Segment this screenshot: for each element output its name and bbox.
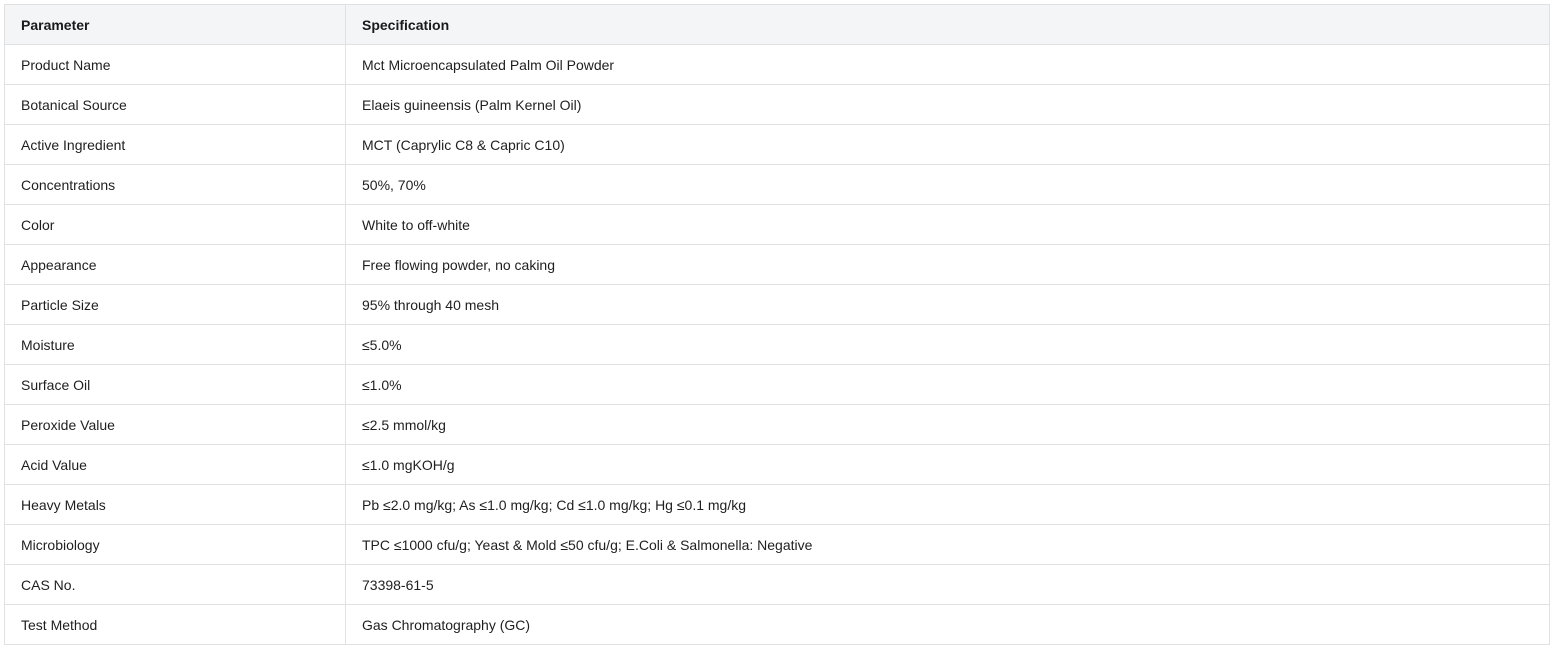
table-row: Moisture ≤5.0% xyxy=(4,324,1550,365)
table-header: Parameter Specification xyxy=(4,4,1550,45)
spec-table: Parameter Specification Product Name Mct… xyxy=(4,4,1550,645)
parameter-cell: Surface Oil xyxy=(4,364,346,405)
table-row: Product Name Mct Microencapsulated Palm … xyxy=(4,44,1550,85)
header-row: Parameter Specification xyxy=(4,4,1550,45)
table-body: Product Name Mct Microencapsulated Palm … xyxy=(4,44,1550,645)
table-row: Botanical Source Elaeis guineensis (Palm… xyxy=(4,84,1550,125)
specification-cell: ≤5.0% xyxy=(345,324,1550,365)
table-row: Color White to off-white xyxy=(4,204,1550,245)
specification-cell: ≤1.0% xyxy=(345,364,1550,405)
parameter-cell: Product Name xyxy=(4,44,346,85)
specification-cell: Elaeis guineensis (Palm Kernel Oil) xyxy=(345,84,1550,125)
specification-cell: ≤1.0 mgKOH/g xyxy=(345,444,1550,485)
specification-cell: 50%, 70% xyxy=(345,164,1550,205)
parameter-cell: Microbiology xyxy=(4,524,346,565)
specification-cell: White to off-white xyxy=(345,204,1550,245)
table-row: Microbiology TPC ≤1000 cfu/g; Yeast & Mo… xyxy=(4,524,1550,565)
specification-cell: Pb ≤2.0 mg/kg; As ≤1.0 mg/kg; Cd ≤1.0 mg… xyxy=(345,484,1550,525)
parameter-cell: Moisture xyxy=(4,324,346,365)
table-row: Appearance Free flowing powder, no cakin… xyxy=(4,244,1550,285)
parameter-cell: CAS No. xyxy=(4,564,346,605)
parameter-cell: Acid Value xyxy=(4,444,346,485)
table-row: Active Ingredient MCT (Caprylic C8 & Cap… xyxy=(4,124,1550,165)
spec-table-container: Parameter Specification Product Name Mct… xyxy=(4,4,1550,645)
parameter-cell: Color xyxy=(4,204,346,245)
specification-cell: ≤2.5 mmol/kg xyxy=(345,404,1550,445)
table-row: Acid Value ≤1.0 mgKOH/g xyxy=(4,444,1550,485)
table-row: Peroxide Value ≤2.5 mmol/kg xyxy=(4,404,1550,445)
specification-cell: 73398-61-5 xyxy=(345,564,1550,605)
table-row: Surface Oil ≤1.0% xyxy=(4,364,1550,405)
parameter-cell: Active Ingredient xyxy=(4,124,346,165)
parameter-cell: Heavy Metals xyxy=(4,484,346,525)
specification-cell: TPC ≤1000 cfu/g; Yeast & Mold ≤50 cfu/g;… xyxy=(345,524,1550,565)
table-row: Test Method Gas Chromatography (GC) xyxy=(4,604,1550,645)
parameter-cell: Test Method xyxy=(4,604,346,645)
table-row: Heavy Metals Pb ≤2.0 mg/kg; As ≤1.0 mg/k… xyxy=(4,484,1550,525)
specification-cell: 95% through 40 mesh xyxy=(345,284,1550,325)
parameter-cell: Particle Size xyxy=(4,284,346,325)
specification-cell: Mct Microencapsulated Palm Oil Powder xyxy=(345,44,1550,85)
parameter-cell: Appearance xyxy=(4,244,346,285)
parameter-cell: Concentrations xyxy=(4,164,346,205)
parameter-cell: Botanical Source xyxy=(4,84,346,125)
column-header-specification: Specification xyxy=(345,4,1550,45)
specification-cell: Gas Chromatography (GC) xyxy=(345,604,1550,645)
specification-cell: MCT (Caprylic C8 & Capric C10) xyxy=(345,124,1550,165)
specification-cell: Free flowing powder, no caking xyxy=(345,244,1550,285)
table-row: CAS No. 73398-61-5 xyxy=(4,564,1550,605)
parameter-cell: Peroxide Value xyxy=(4,404,346,445)
column-header-parameter: Parameter xyxy=(4,4,346,45)
table-row: Particle Size 95% through 40 mesh xyxy=(4,284,1550,325)
table-row: Concentrations 50%, 70% xyxy=(4,164,1550,205)
